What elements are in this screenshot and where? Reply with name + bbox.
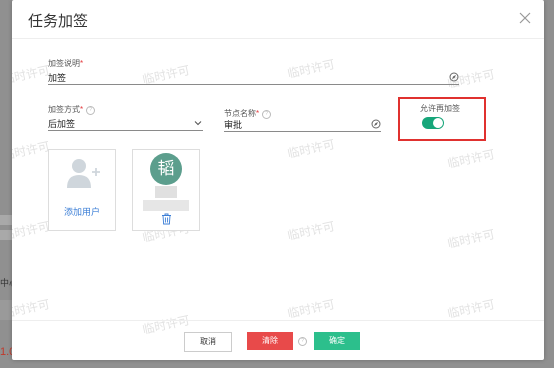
background-row (0, 300, 12, 320)
watermark: 临时许可 (12, 63, 52, 87)
allow-label: 允许再加签 (420, 104, 460, 113)
clear-button[interactable]: 清除 (247, 332, 293, 350)
mode-select[interactable]: 后加签 (48, 117, 203, 131)
trash-icon[interactable] (161, 213, 172, 225)
dialog-header: 任务加签 (12, 0, 544, 39)
user-name-blur (155, 186, 177, 198)
avatar: 韬 (150, 153, 182, 185)
watermark: 临时许可 (446, 227, 497, 251)
allow-resign-toggle[interactable] (422, 117, 444, 129)
help-icon[interactable]: ? (298, 337, 307, 346)
watermark: 临时许可 (12, 139, 52, 163)
chevron-down-icon (194, 121, 202, 126)
node-value: 审批 (224, 120, 243, 130)
watermark: 临时许可 (286, 137, 337, 161)
confirm-button[interactable]: 确定 (314, 332, 360, 350)
add-user-card[interactable]: 添加用户 (48, 149, 116, 231)
add-user-label: 添加用户 (63, 207, 100, 217)
add-signer-dialog: 任务加签 临时许可 临时许可 临时许可 临时许可 临时许可 临时许可 临时许可 … (12, 0, 544, 360)
node-field[interactable]: 审批 (224, 118, 381, 132)
toggle-knob (433, 118, 443, 128)
background-row (0, 215, 12, 225)
compass-icon[interactable] (449, 72, 459, 82)
user-card: 韬 (132, 149, 200, 231)
mode-value: 后加签 (48, 119, 76, 129)
watermark: 临时许可 (12, 297, 52, 321)
close-icon[interactable] (518, 11, 532, 25)
background-row (0, 230, 12, 240)
dialog-footer: 取消 清除 ? 确定 (12, 320, 544, 360)
dialog-title: 任务加签 (28, 13, 89, 30)
desc-field[interactable]: 加签 (48, 71, 459, 85)
desc-label: 加签说明* (48, 59, 84, 68)
watermark: 临时许可 (286, 297, 337, 321)
allow-resign-highlight: 允许再加签 (398, 97, 486, 141)
add-user-icon (67, 159, 100, 188)
watermark: 临时许可 (12, 219, 52, 243)
cancel-button[interactable]: 取消 (184, 332, 232, 352)
help-icon[interactable]: ? (86, 106, 96, 115)
compass-icon[interactable] (371, 119, 381, 129)
desc-value: 加签 (48, 73, 67, 83)
mode-label: 加签方式*? (48, 104, 96, 115)
watermark: 临时许可 (286, 219, 337, 243)
watermark: 临时许可 (446, 297, 497, 321)
user-dept-blur (143, 200, 189, 211)
watermark: 临时许可 (446, 147, 497, 171)
